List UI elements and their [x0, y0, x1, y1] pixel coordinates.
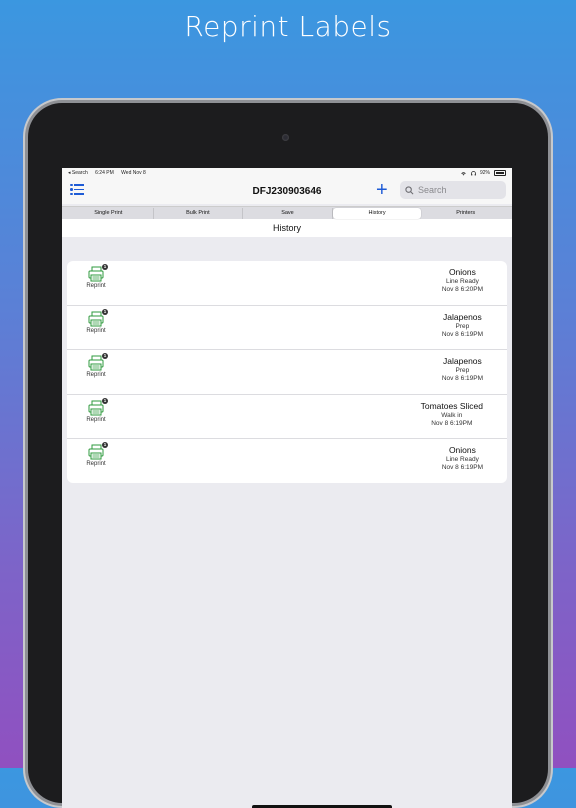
- count-badge: 1: [102, 308, 108, 315]
- printer-icon: 1: [87, 264, 108, 282]
- label-info: Onions Line Ready Nov 8 6:19PM: [442, 445, 483, 471]
- history-list: 1 Reprint Onions Line Ready Nov 8 6:20PM…: [67, 261, 507, 483]
- list-item: 1 Reprint Onions Line Ready Nov 8 6:20PM: [67, 261, 507, 306]
- battery-icon: [494, 170, 506, 176]
- item-timestamp: Nov 8 6:19PM: [441, 375, 483, 382]
- item-category: Line Ready: [445, 278, 479, 285]
- reprint-button[interactable]: 1 Reprint: [84, 264, 108, 289]
- list-item: 1 Reprint Tomatoes Sliced Walk in Nov 8 …: [67, 395, 507, 439]
- item-name: Jalapenos: [443, 311, 482, 322]
- count-badge: 1: [102, 353, 108, 359]
- app-screen: ◂ Search 6:24 PM Wed Nov 8 92% DFJ230903…: [62, 168, 512, 808]
- reprint-button[interactable]: 1 Reprint: [84, 308, 108, 334]
- printer-icon: 1: [87, 353, 108, 371]
- status-date: Wed Nov 8: [121, 170, 146, 176]
- nav-bar: DFJ230903646 + Search: [62, 178, 512, 204]
- count-badge: 1: [102, 442, 108, 448]
- search-placeholder: Search: [418, 185, 447, 195]
- label-info: Jalapenos Prep Nov 8 6:19PM: [442, 356, 483, 382]
- item-timestamp: Nov 8 6:19PM: [441, 330, 483, 338]
- item-name: Tomatoes Sliced: [420, 400, 483, 411]
- item-timestamp: Nov 8 6:19PM: [431, 419, 473, 427]
- list-item: 1 Reprint Jalapenos Prep Nov 8 6:19PM: [67, 306, 507, 350]
- tab-save[interactable]: Save: [243, 207, 333, 219]
- printer-icon: 1: [87, 397, 108, 416]
- search-field[interactable]: Search: [400, 181, 506, 199]
- camera-icon: [282, 134, 289, 141]
- reprint-button[interactable]: 1 Reprint: [84, 442, 108, 467]
- battery-percent: 92%: [479, 170, 490, 176]
- section-title: History: [62, 219, 512, 237]
- item-name: Onions: [448, 445, 476, 455]
- printer-icon: 1: [87, 442, 108, 460]
- count-badge: 1: [102, 397, 108, 404]
- tab-bulk-print[interactable]: Bulk Print: [154, 207, 244, 219]
- label-info: Onions Line Ready Nov 8 6:20PM: [442, 267, 483, 293]
- list-item: 1 Reprint Jalapenos Prep Nov 8 6:19PM: [67, 350, 507, 395]
- reprint-label: Reprint: [86, 327, 106, 334]
- item-category: Prep: [455, 322, 470, 330]
- reprint-label: Reprint: [86, 372, 106, 378]
- item-category: Walk in: [441, 411, 463, 419]
- back-to-app-link[interactable]: ◂ Search: [68, 170, 88, 176]
- label-info: Jalapenos Prep Nov 8 6:19PM: [442, 312, 483, 338]
- promo-headline: Reprint Labels: [184, 10, 392, 43]
- count-badge: 1: [102, 264, 108, 270]
- item-timestamp: Nov 8 6:20PM: [441, 286, 483, 293]
- reprint-button[interactable]: 1 Reprint: [84, 353, 108, 378]
- tab-printers[interactable]: Printers: [421, 208, 510, 219]
- item-name: Onions: [448, 267, 476, 277]
- tablet-device: ◂ Search 6:24 PM Wed Nov 8 92% DFJ230903…: [28, 103, 548, 808]
- item-timestamp: Nov 8 6:19PM: [441, 464, 483, 471]
- headphones-icon: [471, 170, 476, 175]
- reprint-label: Reprint: [86, 416, 106, 423]
- add-button[interactable]: +: [376, 180, 388, 200]
- segmented-control: Single Print Bulk Print Save History Pri…: [62, 206, 512, 219]
- printer-icon: 1: [87, 308, 108, 327]
- label-info: Tomatoes Sliced Walk in Nov 8 6:19PM: [421, 401, 483, 427]
- reprint-label: Reprint: [86, 283, 106, 289]
- tab-history[interactable]: History: [332, 207, 422, 219]
- tab-single-print[interactable]: Single Print: [64, 207, 154, 219]
- reprint-button[interactable]: 1 Reprint: [84, 397, 108, 423]
- wifi-icon: [461, 171, 466, 175]
- status-time: 6:24 PM: [95, 170, 114, 176]
- item-name: Jalapenos: [443, 356, 482, 366]
- list-item: 1 Reprint Onions Line Ready Nov 8 6:19PM: [67, 439, 507, 483]
- search-icon: [405, 185, 414, 194]
- status-bar: ◂ Search 6:24 PM Wed Nov 8 92%: [62, 168, 512, 178]
- reprint-label: Reprint: [86, 461, 106, 467]
- item-category: Prep: [455, 367, 470, 374]
- item-category: Line Ready: [445, 456, 479, 463]
